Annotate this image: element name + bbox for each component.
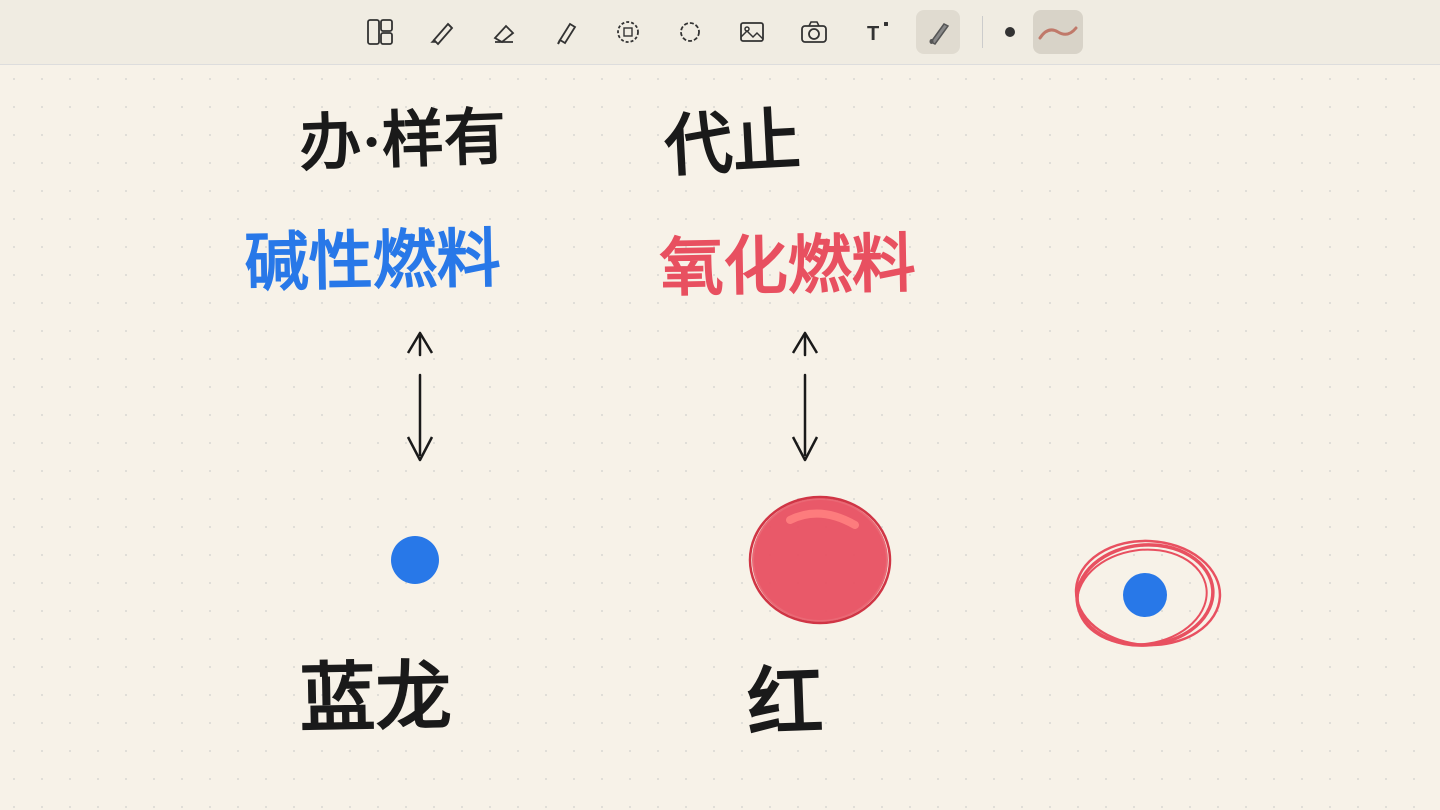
text-blue-dragon: 蓝龙 [299,655,452,742]
drawing-canvas[interactable]: 办·样有 代止 碱性燃料 氧化燃料 [0,65,1440,810]
pencil-tool[interactable] [420,10,464,54]
text-tool[interactable]: T [854,10,898,54]
camera-tool[interactable] [792,10,836,54]
marker-tool[interactable] [916,10,960,54]
svg-text:蓝龙: 蓝龙 [299,655,452,742]
svg-text:T: T [867,23,879,45]
panel-tool[interactable] [358,10,402,54]
svg-text:代止: 代止 [662,102,803,185]
blue-dot [391,536,439,584]
toolbar-separator [982,16,983,48]
image-tool[interactable] [730,10,774,54]
shapes-tool[interactable] [606,10,650,54]
eraser-tool[interactable] [482,10,526,54]
svg-text:红: 红 [746,660,825,747]
text-blue-alkaline: 碱性燃料 [244,224,501,299]
svg-text:碱性燃料: 碱性燃料 [244,224,501,299]
lasso-tool[interactable] [668,10,712,54]
toolbar: T [0,0,1440,65]
red-blob [750,497,890,623]
drawing-layer: 办·样有 代止 碱性燃料 氧化燃料 [0,65,1440,810]
text-red: 红 [746,660,825,747]
text-red-oxidizer: 氧化燃料 [659,229,916,304]
svg-text:氧化燃料: 氧化燃料 [659,229,916,304]
text-ofuyoubu: 办·样有 [298,103,507,179]
text-daizhi: 代止 [662,102,803,185]
stroke-style-preview[interactable] [1033,10,1083,54]
highlighter-tool[interactable] [544,10,588,54]
svg-text:办·样有: 办·样有 [298,103,507,179]
arrow-right-updown [793,333,817,460]
dot-size-indicator[interactable] [1005,27,1015,37]
red-oval-blue-dot [1071,537,1223,652]
arrow-left-updown [408,333,432,460]
